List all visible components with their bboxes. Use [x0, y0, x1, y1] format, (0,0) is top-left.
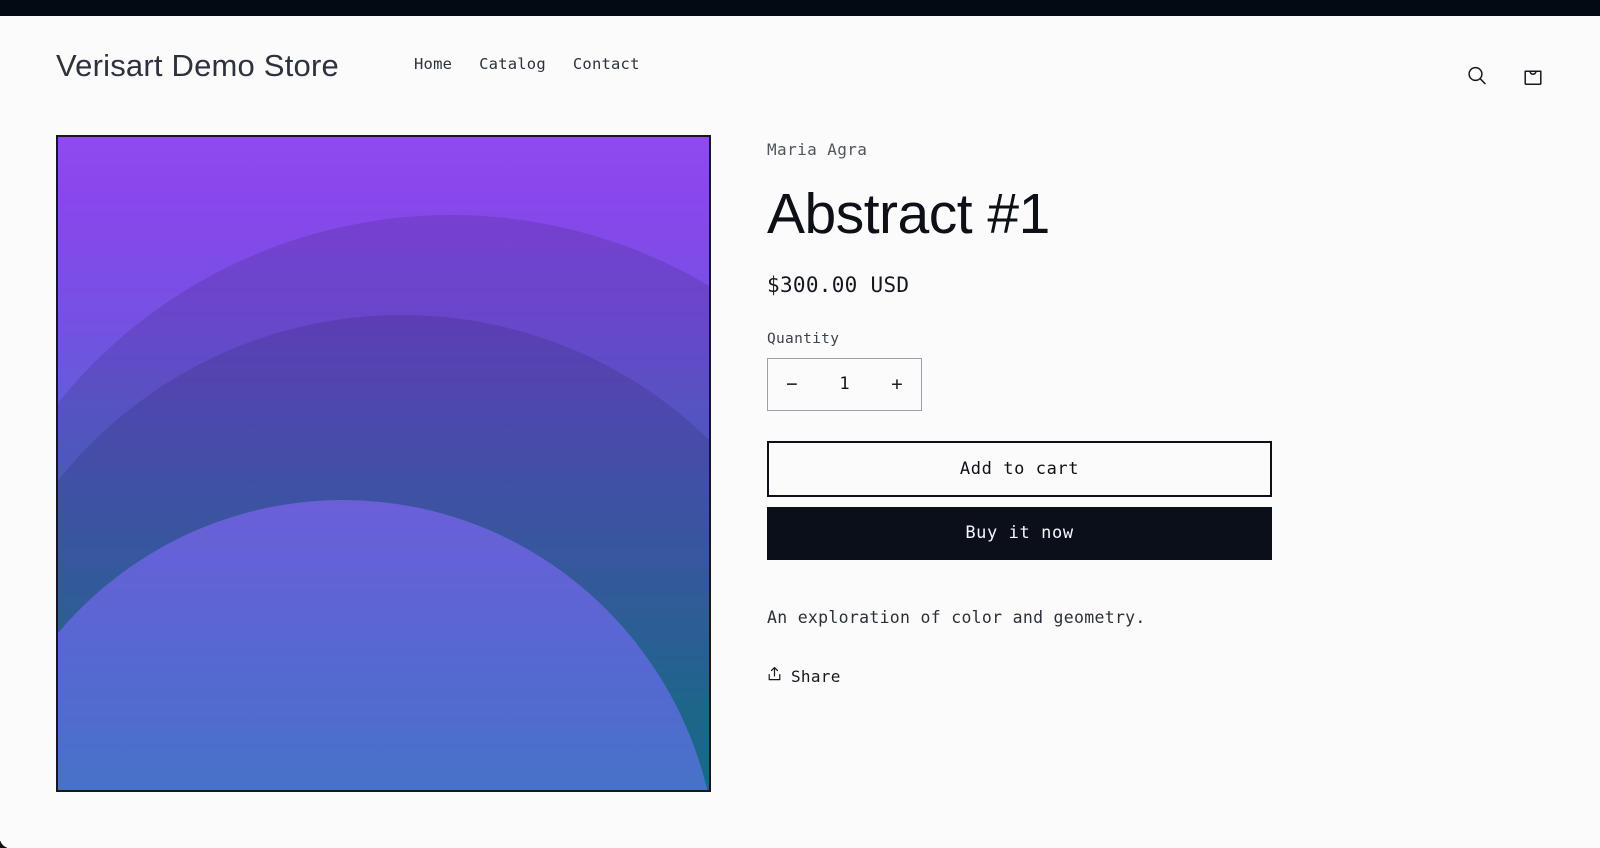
- main-nav: Home Catalog Contact: [414, 55, 640, 73]
- window-corner: [0, 838, 10, 848]
- search-button[interactable]: [1462, 62, 1492, 92]
- share-button[interactable]: Share: [767, 666, 853, 686]
- quantity-input[interactable]: 1: [816, 374, 873, 394]
- artwork-gradient: [58, 137, 709, 790]
- quantity-label: Quantity: [767, 330, 840, 347]
- page-viewport: Verisart Demo Store Home Catalog Contact: [0, 0, 1600, 848]
- nav-link-catalog[interactable]: Catalog: [479, 55, 546, 73]
- product-description: An exploration of color and geometry.: [767, 607, 1146, 627]
- header-actions: [1462, 62, 1548, 92]
- cart-button[interactable]: [1518, 62, 1548, 92]
- product-image[interactable]: [56, 135, 711, 792]
- quantity-stepper[interactable]: − 1 +: [767, 357, 922, 411]
- store-name[interactable]: Verisart Demo Store: [56, 48, 339, 84]
- product-vendor: Maria Agra: [767, 140, 868, 159]
- share-label: Share: [791, 666, 841, 686]
- share-icon: [767, 666, 782, 686]
- buy-it-now-button[interactable]: Buy it now: [767, 506, 1272, 560]
- add-to-cart-button[interactable]: Add to cart: [767, 440, 1272, 497]
- cart-icon: [1521, 64, 1545, 91]
- product-price: $300.00 USD: [767, 272, 910, 297]
- browser-top-bar: [0, 0, 1600, 16]
- product-title: Abstract #1: [767, 182, 1050, 246]
- product-info: Maria Agra Abstract #1 $300.00 USD Quant…: [767, 135, 1287, 686]
- site-header: Verisart Demo Store Home Catalog Contact: [0, 16, 1600, 114]
- nav-link-home[interactable]: Home: [414, 55, 452, 73]
- quantity-increase-button[interactable]: +: [873, 359, 921, 410]
- search-icon: [1465, 64, 1489, 91]
- quantity-decrease-button[interactable]: −: [768, 359, 816, 410]
- nav-link-contact[interactable]: Contact: [573, 55, 640, 73]
